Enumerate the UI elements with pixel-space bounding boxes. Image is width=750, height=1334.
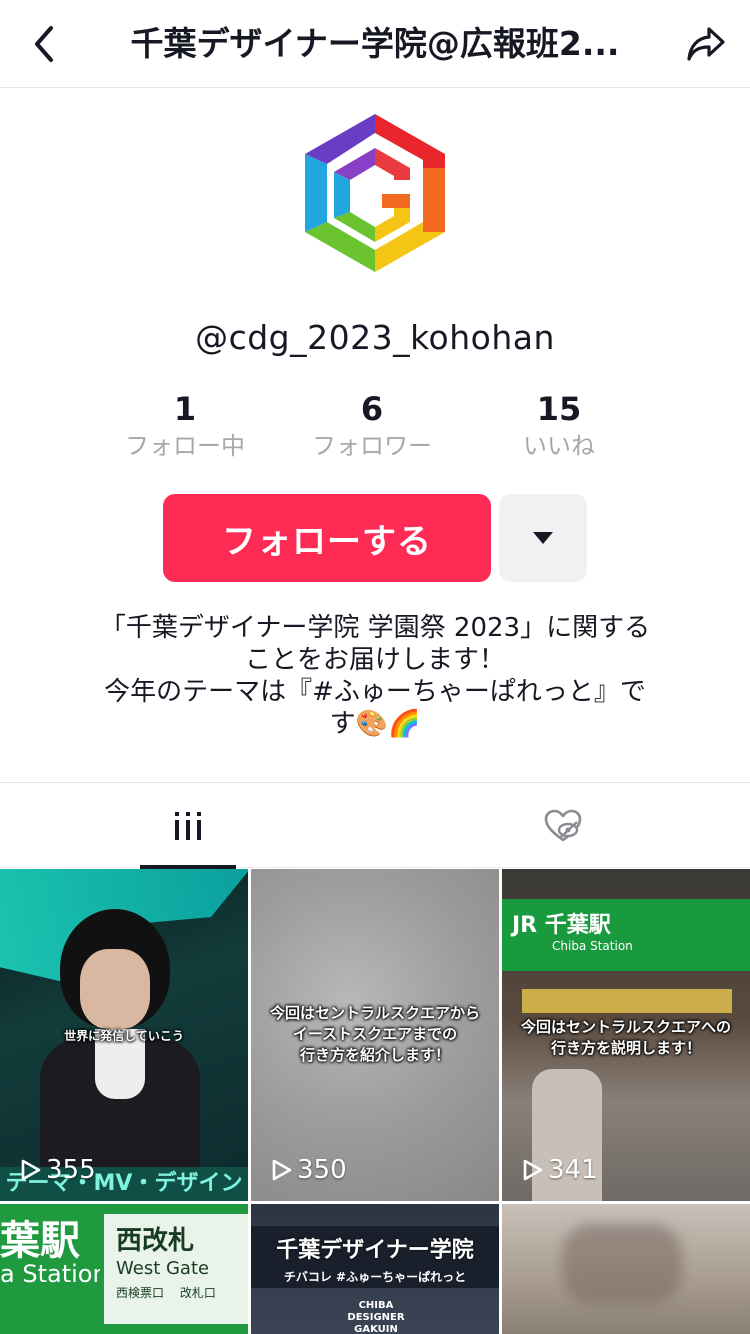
- caption-line: イーストスクエアまでの: [292, 1025, 458, 1043]
- thumbnail-decor: [562, 1224, 682, 1304]
- bio-line: す🎨🌈: [329, 709, 421, 739]
- video-thumbnail[interactable]: JR 千葉駅 Chiba Station 今回はセントラルスクエアへの 行き方を…: [502, 869, 750, 1201]
- thumbnail-decor: [522, 989, 732, 1013]
- stat-value: 1: [173, 390, 197, 428]
- caption-line: 今回はセントラルスクエアから: [269, 1004, 480, 1022]
- profile-bio: 「千葉デザイナー学院 学園祭 2023」に関する ことをお届けします！ 今年のテ…: [80, 612, 670, 740]
- page-title: 千葉デザイナー学院@広報班2...: [130, 24, 620, 63]
- sign-subtext: West Gate: [116, 1258, 210, 1279]
- caption-line: 行き方を説明します！: [550, 1039, 701, 1057]
- sign-text: JR 千葉駅: [512, 913, 611, 938]
- view-count-text: 355: [46, 1155, 96, 1185]
- chevron-left-icon: [35, 26, 53, 62]
- bio-line: 今年のテーマは『#ふゅーちゃーぱれっと』で: [104, 677, 646, 707]
- stat-likes[interactable]: 15 いいね: [474, 388, 644, 462]
- video-thumbnail[interactable]: 世界に発信していこう テーマ・MV・デザイン 355: [0, 869, 248, 1201]
- profile-handle: @cdg_2023_kohohan: [195, 318, 555, 357]
- stat-followers[interactable]: 6 フォロワー: [287, 388, 457, 462]
- sign-subtext: Chiba Station: [552, 939, 633, 953]
- follow-button[interactable]: フォローする: [163, 494, 491, 582]
- sign-text: 葉駅: [0, 1218, 80, 1264]
- bio-line: ことをお届けします！: [244, 645, 505, 675]
- avatar[interactable]: [290, 108, 460, 278]
- bio-line: 「千葉デザイナー学院 学園祭 2023」に関する: [99, 613, 651, 643]
- stat-value: 15: [536, 390, 582, 428]
- suggestions-dropdown-button[interactable]: [499, 494, 587, 582]
- top-bar: 千葉デザイナー学院@広報班2...: [0, 0, 750, 88]
- banner: 千葉デザイナー学院 チバコレ #ふゅーちゃーぱれっと: [251, 1226, 499, 1288]
- play-icon: [272, 1159, 292, 1181]
- video-thumbnail[interactable]: 今回はセントラルスクエアから イーストスクエアまでの 行き方を紹介します！ 35…: [251, 869, 499, 1201]
- caption-line: 行き方を紹介します！: [299, 1046, 450, 1064]
- sign-subtext: 西検票口 改札口: [116, 1286, 216, 1300]
- view-count: 341: [522, 1155, 598, 1185]
- stat-label: フォロワー: [312, 432, 432, 460]
- stat-value: 6: [360, 390, 384, 428]
- play-icon: [21, 1159, 41, 1181]
- stat-label: フォロー中: [125, 432, 245, 460]
- video-thumbnail[interactable]: 千葉デザイナー学院 チバコレ #ふゅーちゃーぱれっと CHIBA DESIGNE…: [251, 1204, 499, 1334]
- view-count: 355: [20, 1155, 96, 1185]
- banner-title: 千葉デザイナー学院: [276, 1238, 474, 1263]
- banner-subtitle: チバコレ #ふゅーちゃーぱれっと: [283, 1270, 467, 1284]
- building-sign: CHIBA DESIGNER GAKUIN: [347, 1300, 405, 1334]
- stat-label: いいね: [523, 432, 595, 460]
- video-grid: 世界に発信していこう テーマ・MV・デザイン 355 今回はセントラルスクエアか…: [0, 869, 750, 1334]
- tab-videos[interactable]: [0, 783, 375, 869]
- profile-tabs: [0, 782, 750, 869]
- share-button[interactable]: [682, 22, 730, 66]
- sign-text: 西改札: [116, 1226, 195, 1256]
- caret-down-icon: [533, 532, 553, 544]
- view-count-text: 350: [297, 1155, 347, 1185]
- tab-liked-private[interactable]: [375, 783, 750, 869]
- logo-icon: [305, 114, 445, 272]
- video-thumbnail[interactable]: [502, 1204, 750, 1334]
- share-icon: [687, 27, 725, 61]
- sign-panel: 西改札 West Gate 西検票口 改札口: [100, 1214, 248, 1324]
- heart-hidden-icon: [544, 809, 581, 842]
- play-icon: [523, 1159, 543, 1181]
- caption-line: 今回はセントラルスクエアへの: [520, 1018, 731, 1036]
- view-count-text: 341: [548, 1155, 598, 1185]
- profile-stats: 1 フォロー中 6 フォロワー 15 いいね: [0, 388, 750, 468]
- video-thumbnail[interactable]: 葉駅 a Station 西改札 West Gate 西検票口 改札口: [0, 1204, 248, 1334]
- view-count: 350: [271, 1155, 347, 1185]
- grid-icon: [174, 812, 201, 840]
- video-caption: 世界に発信していこう: [64, 1029, 184, 1043]
- stat-following[interactable]: 1 フォロー中: [100, 388, 270, 462]
- sign-subtext: a Station: [0, 1260, 108, 1288]
- video-caption: 今回はセントラルスクエアへの 行き方を説明します！: [508, 1017, 744, 1059]
- video-caption: 今回はセントラルスクエアから イーストスクエアまでの 行き方を紹介します！: [257, 1003, 493, 1066]
- back-button[interactable]: [22, 22, 66, 66]
- station-sign: JR 千葉駅 Chiba Station: [502, 899, 750, 971]
